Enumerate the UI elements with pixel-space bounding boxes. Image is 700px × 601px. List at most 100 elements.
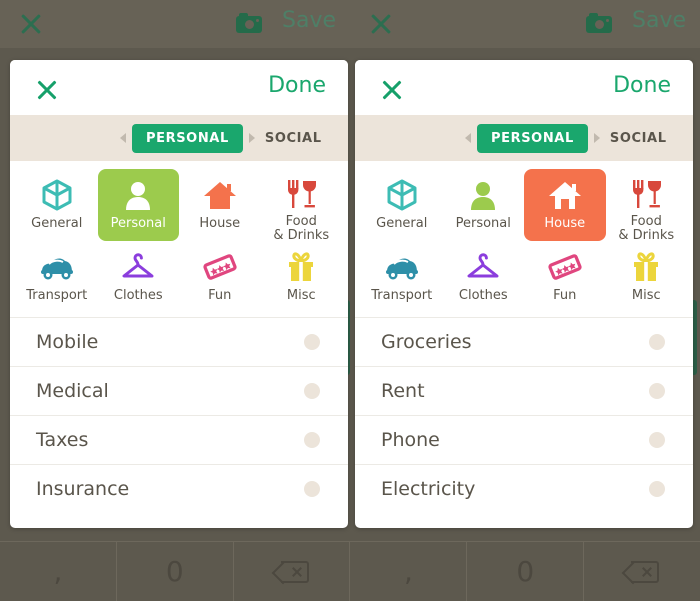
tab-social-right[interactable]: SOCIAL xyxy=(606,124,671,153)
category-label: Food & Drinks xyxy=(618,214,675,243)
list-item[interactable]: Groceries xyxy=(355,317,693,366)
chevron-right-icon-left[interactable] xyxy=(248,133,255,143)
list-item[interactable]: Medical xyxy=(10,366,348,415)
keypad-comma-left[interactable]: , xyxy=(0,542,117,601)
category-label: Fun xyxy=(553,288,577,303)
status-dot xyxy=(304,383,320,399)
category-clothes-right[interactable]: Clothes xyxy=(443,241,525,313)
category-label: Food & Drinks xyxy=(273,214,330,243)
list-item-label: Groceries xyxy=(381,331,472,353)
background-header: Save Save xyxy=(0,0,700,48)
food-drinks-icon xyxy=(629,177,663,211)
category-clothes-left[interactable]: Clothes xyxy=(98,241,180,313)
status-dot xyxy=(304,432,320,448)
background-camera-icon[interactable] xyxy=(236,13,262,33)
category-label: General xyxy=(376,216,428,231)
list-item-label: Electricity xyxy=(381,478,476,500)
category-grid-right: General Personal House Food & Drinks Tra… xyxy=(355,161,693,317)
tab-strip-left: PERSONAL SOCIAL W xyxy=(10,115,348,161)
category-label: House xyxy=(199,216,241,231)
tab-personal-right[interactable]: PERSONAL xyxy=(477,123,588,153)
category-label: Misc xyxy=(631,288,661,303)
chevron-left-icon-left[interactable] xyxy=(120,133,126,143)
category-label: Transport xyxy=(26,288,88,303)
background-save-button[interactable]: Save xyxy=(282,8,336,33)
person-icon xyxy=(121,177,155,213)
chevron-right-icon-right[interactable] xyxy=(593,133,600,143)
list-item[interactable]: Electricity xyxy=(355,464,693,513)
category-misc-left[interactable]: Misc xyxy=(261,241,343,313)
category-general-left[interactable]: General xyxy=(16,169,98,241)
background-camera-icon-2[interactable] xyxy=(586,13,612,33)
gift-icon xyxy=(629,249,663,285)
background-header-left: Save xyxy=(0,0,350,48)
dialog-done-button-left[interactable]: Done xyxy=(268,73,326,98)
backspace-icon xyxy=(271,560,309,584)
list-item[interactable]: Mobile xyxy=(10,317,348,366)
gift-icon xyxy=(284,249,318,285)
list-item[interactable]: Taxes xyxy=(10,415,348,464)
category-label: Transport xyxy=(371,288,433,303)
category-label: House xyxy=(544,216,586,231)
dialog-close-icon-left[interactable] xyxy=(35,78,59,102)
list-item-label: Medical xyxy=(36,380,109,402)
car-icon xyxy=(39,249,75,285)
background-close-icon[interactable] xyxy=(18,11,44,37)
category-fun-right[interactable]: Fun xyxy=(524,241,606,313)
category-label: Misc xyxy=(286,288,316,303)
subcategory-list-right: Groceries Rent Phone Electricity xyxy=(355,317,693,513)
category-grid-left: General Personal House Food & Drinks Tra… xyxy=(10,161,348,317)
car-icon xyxy=(384,249,420,285)
background-close-icon-2[interactable] xyxy=(368,11,394,37)
status-dot xyxy=(649,481,665,497)
background-header-right: Save xyxy=(350,0,700,48)
status-dot xyxy=(649,334,665,350)
category-label: General xyxy=(31,216,83,231)
food-drinks-icon xyxy=(284,177,318,211)
list-item-label: Phone xyxy=(381,429,440,451)
hanger-icon xyxy=(466,249,500,285)
ticket-icon xyxy=(548,249,582,285)
status-dot xyxy=(304,481,320,497)
house-icon xyxy=(203,177,237,213)
tab-social-left[interactable]: SOCIAL xyxy=(261,124,326,153)
category-house-right[interactable]: House xyxy=(524,169,606,241)
keypad-backspace-left[interactable] xyxy=(234,542,351,601)
cube-icon xyxy=(40,177,74,213)
category-house-left[interactable]: House xyxy=(179,169,261,241)
status-dot xyxy=(304,334,320,350)
list-item[interactable]: Insurance xyxy=(10,464,348,513)
category-general-right[interactable]: General xyxy=(361,169,443,241)
category-label: Personal xyxy=(110,216,166,231)
list-item[interactable]: Phone xyxy=(355,415,693,464)
status-dot xyxy=(649,383,665,399)
category-picker-dialog-right: Done PERSONAL SOCIAL W General xyxy=(355,60,693,528)
cube-icon xyxy=(385,177,419,213)
category-misc-right[interactable]: Misc xyxy=(606,241,688,313)
category-label: Clothes xyxy=(458,288,508,303)
category-personal-right[interactable]: Personal xyxy=(443,169,525,241)
keypad-zero-right[interactable]: 0 xyxy=(467,542,585,601)
category-personal-left[interactable]: Personal xyxy=(97,169,179,241)
category-label: Clothes xyxy=(113,288,163,303)
category-food-drinks-right[interactable]: Food & Drinks xyxy=(606,169,688,243)
dialog-done-button-right[interactable]: Done xyxy=(613,73,671,98)
dialog-close-icon-right[interactable] xyxy=(380,78,404,102)
tab-personal-left[interactable]: PERSONAL xyxy=(132,123,243,153)
list-item-label: Insurance xyxy=(36,478,130,500)
background-save-button-2[interactable]: Save xyxy=(632,8,686,33)
keypad-zero-left[interactable]: 0 xyxy=(117,542,234,601)
keypad-comma-right[interactable]: , xyxy=(350,542,468,601)
status-dot xyxy=(649,432,665,448)
list-item[interactable]: Rent xyxy=(355,366,693,415)
keypad-backspace-right[interactable] xyxy=(584,542,700,601)
dialog-header-left: Done xyxy=(10,60,348,115)
backspace-icon-2 xyxy=(621,560,660,584)
category-fun-left[interactable]: Fun xyxy=(179,241,261,313)
category-food-drinks-left[interactable]: Food & Drinks xyxy=(261,169,343,243)
category-transport-right[interactable]: Transport xyxy=(361,241,443,313)
chevron-left-icon-right[interactable] xyxy=(465,133,471,143)
category-label: Fun xyxy=(208,288,232,303)
list-item-label: Mobile xyxy=(36,331,99,353)
category-transport-left[interactable]: Transport xyxy=(16,241,98,313)
